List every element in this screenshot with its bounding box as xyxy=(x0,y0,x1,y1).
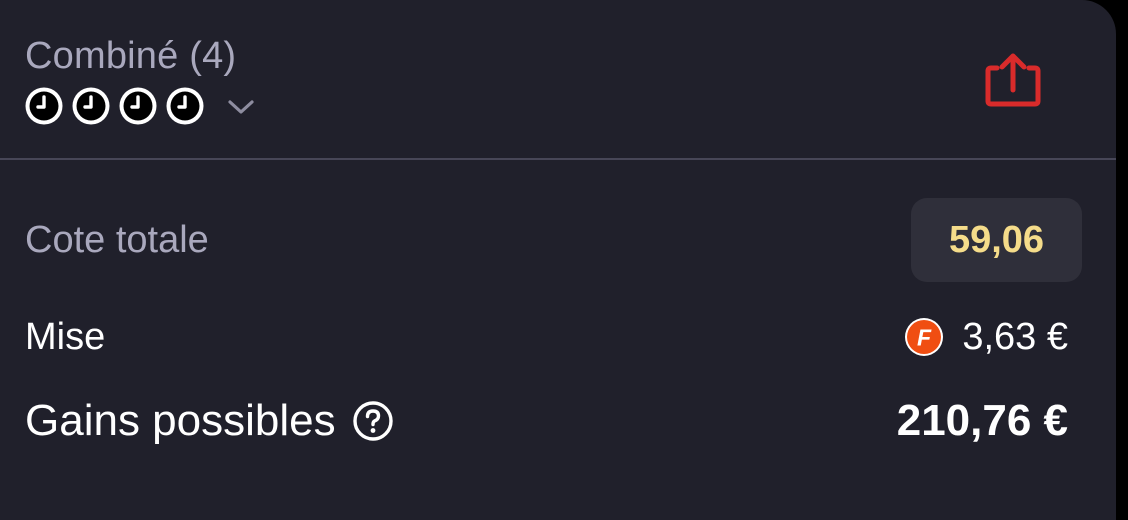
mise-label: Mise xyxy=(25,316,106,358)
freebet-badge-icon: F xyxy=(905,318,944,356)
cote-totale-value: 59,06 xyxy=(948,218,1045,261)
question-circle-icon[interactable] xyxy=(352,400,394,442)
header-divider xyxy=(0,158,1116,160)
clock-icon xyxy=(72,87,110,125)
clock-icon xyxy=(25,87,63,125)
selection-status-row[interactable] xyxy=(24,86,256,126)
clock-icon xyxy=(119,87,157,125)
share-icon[interactable] xyxy=(982,52,1044,110)
bet-slip-card: Combiné (4) Cote totale 59,06 Mise F 3,6… xyxy=(0,0,1116,520)
gains-possibles-value: 210,76 € xyxy=(896,396,1068,445)
combo-header[interactable]: Combiné (4) xyxy=(0,0,1116,160)
freebet-badge-letter: F xyxy=(917,325,932,351)
mise-value: 3,63 € xyxy=(962,316,1068,358)
mise-value-group: F 3,63 € xyxy=(904,313,1068,361)
gains-possibles-label: Gains possibles xyxy=(25,396,336,445)
cote-totale-badge: 59,06 xyxy=(911,198,1082,282)
clock-icon xyxy=(166,87,204,125)
gains-label-group: Gains possibles xyxy=(25,393,394,449)
cote-totale-label: Cote totale xyxy=(25,219,209,261)
chevron-down-icon[interactable] xyxy=(226,97,256,117)
combo-title: Combiné (4) xyxy=(25,35,237,77)
